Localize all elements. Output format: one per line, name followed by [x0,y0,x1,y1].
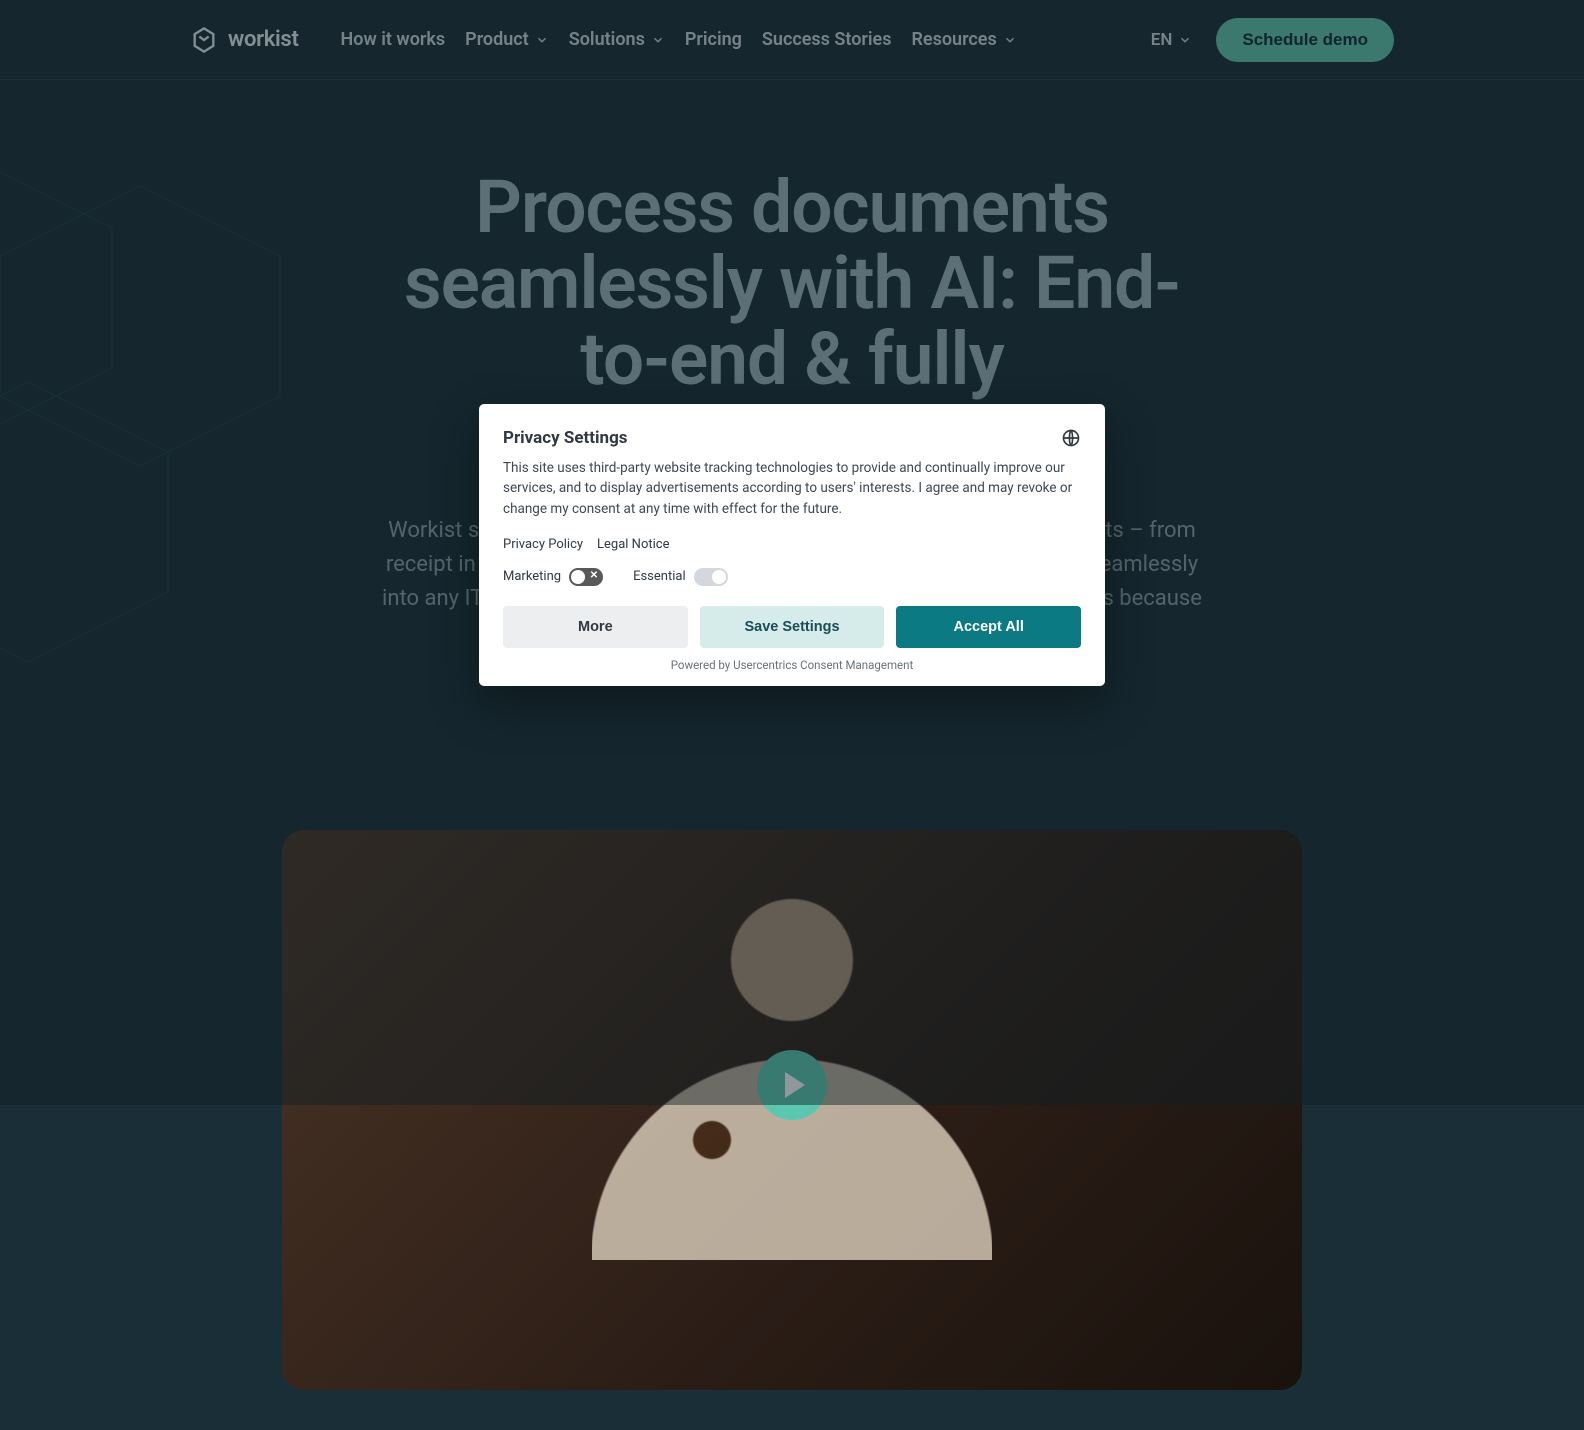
toggle-knob [571,570,585,584]
powered-by-text: Powered by [671,658,733,672]
marketing-toggle-label: Marketing [503,569,561,584]
accept-all-button[interactable]: Accept All [896,606,1081,648]
essential-toggle-label: Essential [633,569,686,584]
marketing-toggle-group: Marketing ✕ [503,568,603,586]
modal-footer: Powered by Usercentrics Consent Manageme… [503,658,1081,672]
modal-header: Privacy Settings [503,428,1081,448]
essential-toggle-group: Essential [633,568,728,586]
toggle-x-icon: ✕ [590,570,598,581]
modal-links: Privacy Policy Legal Notice [503,537,1081,552]
usercentrics-link[interactable]: Usercentrics Consent Management [733,658,913,672]
modal-description: This site uses third-party website track… [503,458,1081,519]
toggle-knob [712,570,726,584]
privacy-settings-modal: Privacy Settings This site uses third-pa… [479,404,1105,686]
globe-icon[interactable] [1061,428,1081,448]
modal-button-row: More Save Settings Accept All [503,606,1081,648]
modal-title: Privacy Settings [503,428,628,448]
legal-notice-link[interactable]: Legal Notice [597,537,669,552]
modal-toggles: Marketing ✕ Essential [503,568,1081,586]
save-settings-button[interactable]: Save Settings [700,606,885,648]
essential-toggle [694,568,728,586]
marketing-toggle[interactable]: ✕ [569,568,603,586]
privacy-policy-link[interactable]: Privacy Policy [503,537,583,552]
more-button[interactable]: More [503,606,688,648]
